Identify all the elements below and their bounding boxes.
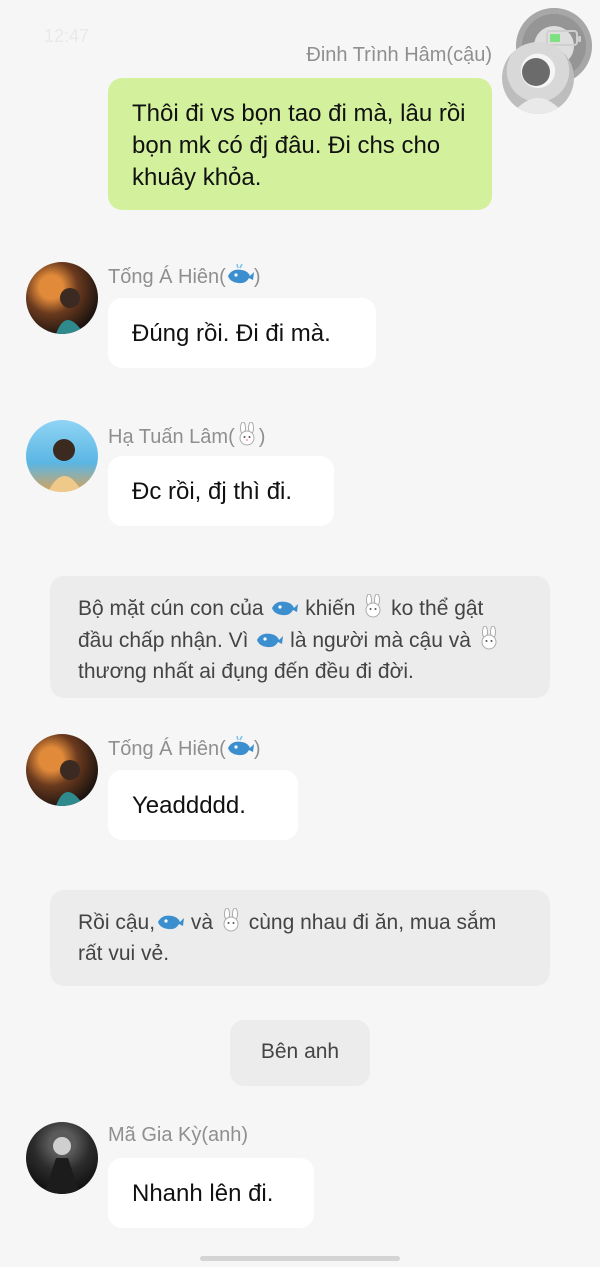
avatar[interactable] (502, 42, 574, 114)
message-bubble: Đc rồi, đj thì đi. (108, 456, 334, 526)
message-bubble: Đúng rồi. Đi đi mà. (108, 298, 376, 368)
avatar[interactable] (26, 734, 98, 806)
avatar[interactable] (26, 262, 98, 334)
sender-name: Tống Á Hiên() (108, 263, 261, 292)
sender-name: Mã Gia Kỳ(anh) (108, 1124, 249, 1146)
message-bubble: Nhanh lên đi. (108, 1158, 314, 1228)
home-indicator (200, 1256, 400, 1261)
sender-name: Đinh Trình Hâm(cậu) (306, 44, 492, 66)
narration-box: Bộ mặt cún con của khiến ko thể gật đầu … (50, 576, 550, 698)
avatar[interactable] (26, 1122, 98, 1194)
scene-label: Bên anh (230, 1020, 370, 1086)
narration-box: Rồi cậu, và cùng nhau đi ăn, mua sắm rất… (50, 890, 550, 986)
whale-icon (254, 628, 284, 658)
status-time: 12:47 (44, 26, 90, 46)
whale-icon (269, 596, 299, 626)
message-bubble: Thôi đi vs bọn tao đi mà, lâu rồi bọn mk… (108, 78, 492, 210)
rabbit-icon (219, 907, 243, 940)
avatar[interactable] (26, 420, 98, 492)
message-bubble: Yeaddddd. (108, 770, 298, 840)
rabbit-icon (477, 625, 501, 658)
rabbit-icon (235, 421, 259, 452)
whale-icon (226, 263, 254, 292)
sender-name: Hạ Tuấn Lâm() (108, 421, 265, 452)
whale-icon (226, 735, 254, 764)
whale-icon (155, 910, 185, 940)
rabbit-icon (361, 593, 385, 626)
sender-name: Tống Á Hiên() (108, 735, 261, 764)
